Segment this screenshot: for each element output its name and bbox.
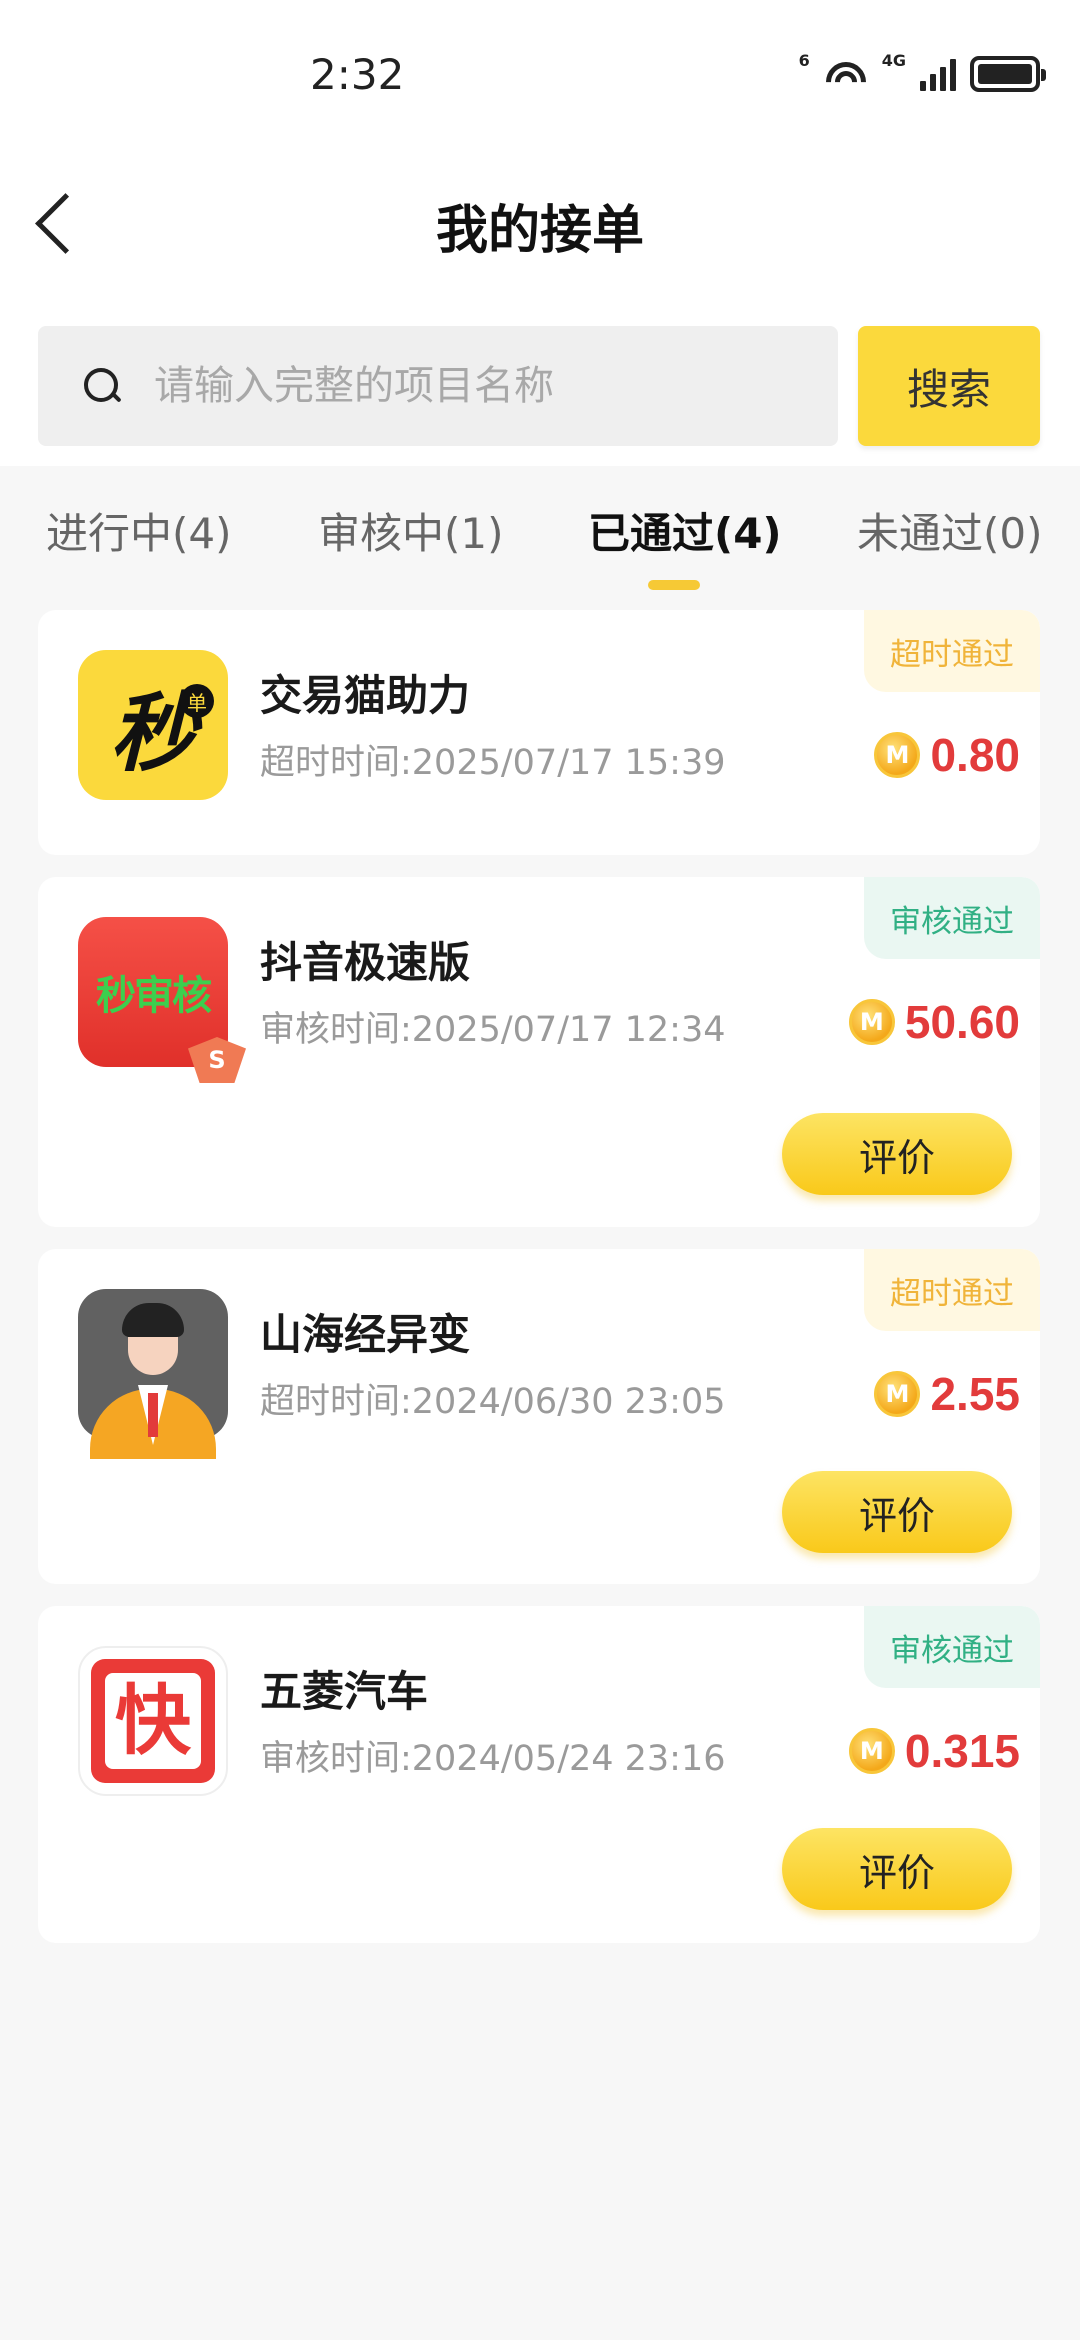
order-time: 超时时间:2025/07/17 15:39 (260, 743, 726, 783)
tab-passed[interactable]: 已通过(4) (588, 500, 782, 561)
status-time: 2:32 (310, 50, 405, 99)
tab-bar: 进行中(4) 审核中(1) 已通过(4) 未通过(0) (0, 500, 1080, 600)
search-input[interactable] (154, 363, 814, 409)
order-name: 抖音极速版 (260, 938, 471, 987)
shield-icon: S (188, 1037, 246, 1083)
search-button[interactable]: 搜索 (858, 326, 1040, 446)
order-name: 山海经异变 (260, 1310, 471, 1359)
order-name: 交易猫助力 (260, 671, 471, 720)
order-time: 审核时间:2025/07/17 12:34 (260, 1010, 726, 1050)
rate-button[interactable]: 评价 (782, 1828, 1012, 1910)
coin-icon: M (848, 1728, 895, 1774)
miao-icon: 秒 单 (78, 650, 228, 800)
miao-shenhe-icon: 秒审核 S (78, 917, 246, 1083)
coin-icon: M (874, 732, 921, 778)
tab-indicator (648, 580, 700, 590)
reward-amount: 2.55 (930, 1368, 1020, 1420)
status-badge: 超时通过 (864, 1249, 1040, 1331)
tab-failed[interactable]: 未通过(0) (857, 500, 1043, 561)
coin-icon: M (874, 1371, 921, 1417)
search-icon (82, 366, 122, 406)
order-time: 超时时间:2024/06/30 23:05 (260, 1382, 726, 1422)
search-box[interactable] (38, 326, 838, 446)
reward-amount: 0.315 (904, 1725, 1020, 1777)
person-avatar-icon (78, 1289, 228, 1459)
tab-under-review[interactable]: 审核中(1) (318, 500, 504, 561)
signal-icon (920, 57, 956, 91)
reward: M 0.80 (874, 728, 1020, 782)
wifi-label: 6 (798, 50, 810, 70)
wifi-icon (823, 56, 868, 92)
status-badge: 审核通过 (864, 877, 1040, 959)
order-card[interactable]: 山海经异变 超时时间:2024/06/30 23:05 超时通过 M 2.55 … (38, 1249, 1040, 1584)
order-time: 审核时间:2024/05/24 23:16 (260, 1739, 726, 1779)
rate-button[interactable]: 评价 (782, 1113, 1012, 1195)
page-title: 我的接单 (435, 201, 644, 261)
reward: M 50.60 (848, 995, 1020, 1049)
network-label: 4G (881, 50, 906, 70)
battery-icon (970, 56, 1046, 92)
kuai-icon: 快 (78, 1646, 228, 1796)
order-card[interactable]: 秒 单 交易猫助力 超时时间:2025/07/17 15:39 超时通过 M 0… (38, 610, 1040, 855)
order-card[interactable]: 秒审核 S 抖音极速版 审核时间:2025/07/17 12:34 审核通过 M… (38, 877, 1040, 1227)
reward: M 0.315 (848, 1724, 1020, 1778)
reward-amount: 50.60 (904, 996, 1020, 1048)
order-name: 五菱汽车 (260, 1667, 429, 1716)
status-badge: 审核通过 (864, 1606, 1040, 1688)
status-icons: 6 4G (799, 51, 1046, 92)
reward: M 2.55 (874, 1367, 1020, 1421)
order-card[interactable]: 快 五菱汽车 审核时间:2024/05/24 23:16 审核通过 M 0.31… (38, 1606, 1040, 1943)
status-badge: 超时通过 (864, 610, 1040, 692)
reward-amount: 0.80 (930, 729, 1020, 781)
rate-button[interactable]: 评价 (782, 1471, 1012, 1553)
tab-in-progress[interactable]: 进行中(4) (46, 500, 232, 561)
coin-icon: M (848, 999, 895, 1045)
